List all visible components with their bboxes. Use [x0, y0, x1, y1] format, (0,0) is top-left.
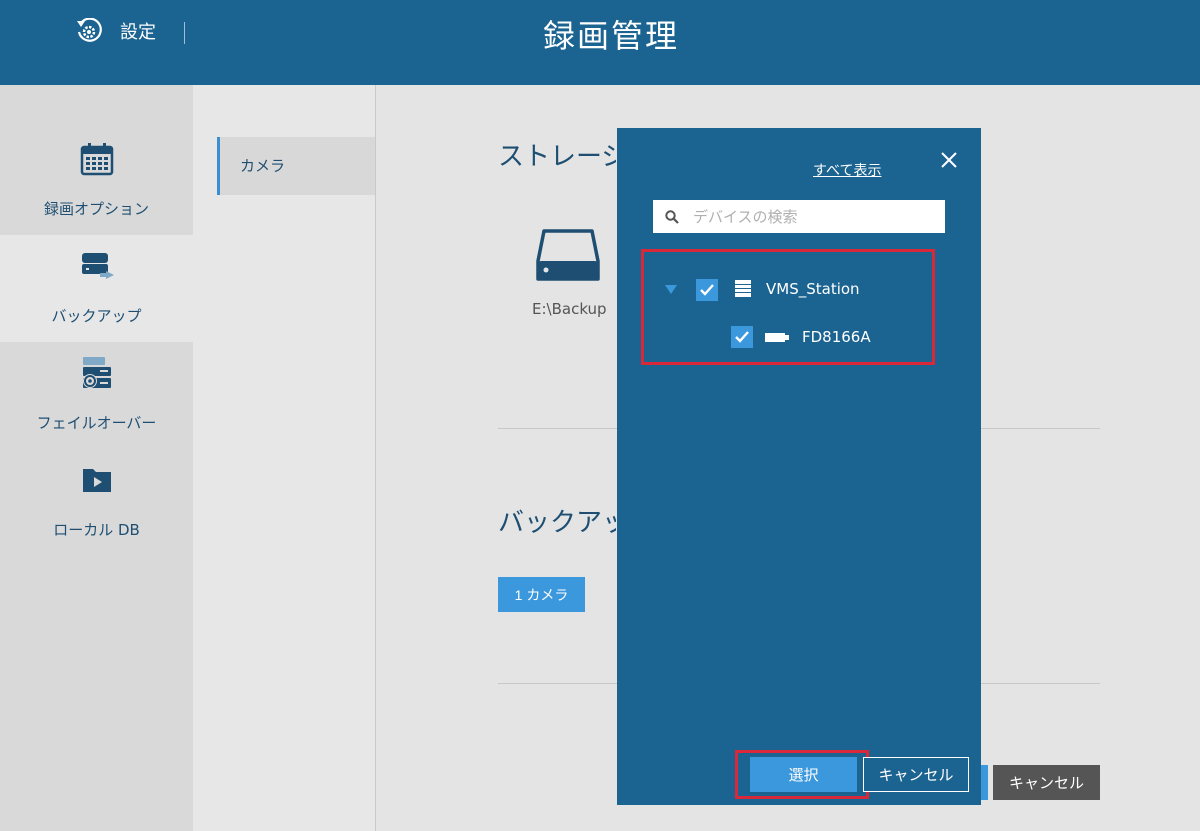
tree-node-label[interactable]: FD8166A [802, 328, 871, 346]
calendar-icon [80, 143, 114, 176]
sub-navigation: カメラ [193, 85, 376, 831]
tree-node-label[interactable]: VMS_Station [766, 280, 860, 298]
nav-item-label: フェイルオーバー [36, 414, 157, 432]
expand-toggle-icon[interactable] [665, 285, 677, 295]
failover-icon [83, 357, 111, 388]
nav-item-label: バックアップ [51, 307, 142, 325]
search-icon [665, 210, 679, 224]
page-title: 録画管理 [542, 17, 679, 55]
nav-item-recording-options[interactable]: 録画オプション [0, 128, 193, 235]
hard-drive-icon[interactable] [536, 227, 600, 283]
subnav-item-camera[interactable]: カメラ [217, 137, 375, 195]
page-cancel-button[interactable]: キャンセル [993, 765, 1100, 800]
device-search-box [653, 200, 945, 233]
server-icon [735, 280, 751, 297]
device-search-input[interactable] [693, 200, 933, 233]
subnav-item-label: カメラ [240, 157, 286, 175]
nav-item-failover[interactable]: フェイルオーバー [0, 342, 193, 449]
show-all-link[interactable]: すべて表示 [813, 160, 881, 180]
checkbox-fd8166a[interactable] [731, 326, 753, 348]
nav-item-label: ローカル DB [53, 521, 140, 539]
backup-drive-icon [82, 253, 114, 279]
nav-item-backup[interactable]: バックアップ [0, 235, 193, 342]
device-select-dialog: すべて表示 VMS_Station FD8166A 選択 キャ [617, 128, 981, 805]
app-header: 設定 録画管理 [0, 0, 1200, 85]
checkbox-vms-station[interactable] [696, 279, 718, 301]
camera-count-button[interactable]: 1 カメラ [498, 577, 585, 612]
folder-video-icon [83, 469, 111, 492]
left-navigation: 録画オプション バックアップ フェイルオーバー ローカル DB [0, 85, 193, 831]
nav-item-label: 録画オプション [43, 200, 149, 218]
storage-heading: ストレージ [498, 142, 616, 170]
cancel-button[interactable]: キャンセル [863, 757, 969, 792]
tree-highlight-box [641, 249, 935, 365]
drive-label: E:\Backup [532, 300, 607, 318]
backup-heading: バックアップ [498, 508, 616, 538]
checkmark-icon [700, 284, 714, 296]
close-icon[interactable] [939, 150, 959, 170]
checkmark-icon [735, 331, 749, 343]
select-button[interactable]: 選択 [750, 757, 857, 792]
nav-item-local-db[interactable]: ローカル DB [0, 449, 193, 556]
camera-icon [765, 333, 789, 342]
